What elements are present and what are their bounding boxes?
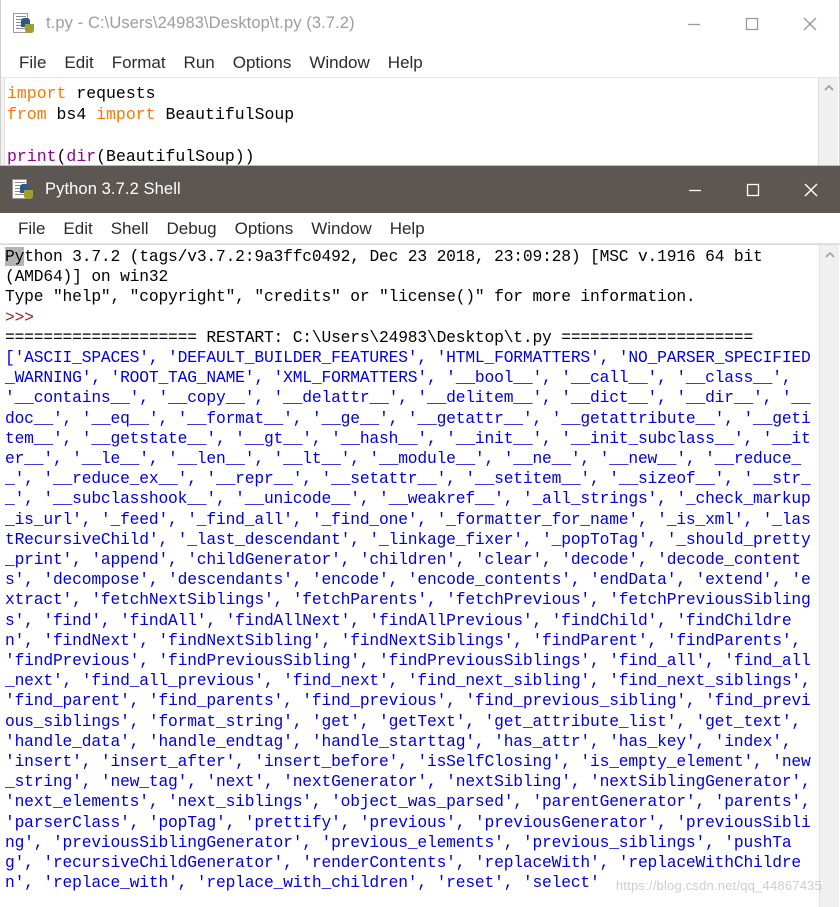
menu-item-debug[interactable]: Debug	[158, 220, 226, 237]
shell-window-title: Python 3.7.2 Shell	[45, 180, 181, 198]
shell-window-controls	[666, 166, 840, 213]
python-file-icon	[13, 12, 37, 36]
minimize-icon	[689, 189, 701, 191]
restart-separator: ==================== RESTART: C:\Users\2…	[5, 327, 754, 347]
banner-line-1-rest: thon 3.7.2 (tags/v3.7.2:9a3ffc0492, Dec …	[24, 247, 763, 266]
menu-item-shell[interactable]: Shell	[102, 220, 158, 237]
menu-item-window[interactable]: Window	[302, 220, 380, 237]
banner-line-2: (AMD64)] on win32	[5, 267, 169, 287]
minimize-button[interactable]	[666, 166, 724, 213]
maximize-button[interactable]	[724, 166, 782, 213]
banner-line-3: Type "help", "copyright", "credits" or "…	[5, 287, 696, 307]
code-keyword-import: import	[7, 84, 67, 103]
shell-prompt: >>>	[5, 307, 44, 327]
shell-transcript: Python 3.7.2 (tags/v3.7.2:9a3ffc0492, De…	[5, 247, 818, 894]
editor-source-text: import requests from bs4 import Beautifu…	[7, 83, 294, 167]
menu-item-options[interactable]: Options	[224, 54, 301, 71]
editor-window-controls	[665, 0, 839, 47]
code-text-bs4: bs4	[46, 105, 97, 124]
shell-dir-output: ['ASCII_SPACES', 'DEFAULT_BUILDER_FEATUR…	[5, 348, 821, 893]
maximize-icon	[745, 17, 759, 30]
banner-line-1: Python 3.7.2 (tags/v3.7.2:9a3ffc0492, De…	[5, 247, 818, 267]
editor-menubar: File Edit Format Run Options Window Help	[1, 47, 839, 78]
menu-item-file[interactable]: File	[10, 54, 55, 71]
shell-menubar: File Edit Shell Debug Options Window Hel…	[0, 213, 840, 244]
shell-window: Python 3.7.2 Shell File Edit Shell Debug…	[0, 166, 840, 907]
shell-titlebar[interactable]: Python 3.7.2 Shell	[0, 166, 840, 213]
editor-titlebar[interactable]: t.py - C:\Users\24983\Desktop\t.py (3.7.…	[1, 0, 839, 47]
menu-item-window[interactable]: Window	[300, 54, 378, 71]
menu-item-file[interactable]: File	[9, 220, 54, 237]
code-text-beautifulsoup: BeautifulSoup	[155, 105, 295, 124]
close-icon	[804, 183, 818, 196]
maximize-icon	[746, 183, 760, 196]
minimize-button[interactable]	[665, 0, 723, 47]
code-keyword-from: from	[7, 105, 47, 124]
code-call-args: (BeautifulSoup))	[96, 147, 255, 166]
code-keyword-import-2: import	[96, 105, 156, 124]
menu-item-edit[interactable]: Edit	[54, 220, 101, 237]
close-icon	[803, 17, 817, 30]
menu-item-help[interactable]: Help	[381, 220, 434, 237]
minimize-icon	[688, 23, 700, 25]
scroll-up-arrow-icon[interactable]	[819, 78, 839, 98]
maximize-button[interactable]	[723, 0, 781, 47]
menu-item-options[interactable]: Options	[226, 220, 303, 237]
close-button[interactable]	[781, 0, 839, 47]
code-text-requests: requests	[66, 84, 156, 103]
code-builtin-dir: dir	[66, 147, 97, 166]
shell-vertical-scrollbar[interactable]	[819, 245, 839, 907]
menu-item-format[interactable]: Format	[103, 54, 175, 71]
python-file-icon	[12, 178, 36, 202]
scroll-up-arrow-icon[interactable]	[820, 245, 840, 265]
menu-item-edit[interactable]: Edit	[55, 54, 102, 71]
menu-item-run[interactable]: Run	[175, 54, 224, 71]
selected-text: Py	[5, 247, 25, 266]
idle-desktop: t.py - C:\Users\24983\Desktop\t.py (3.7.…	[0, 0, 840, 907]
shell-output-area[interactable]: Python 3.7.2 (tags/v3.7.2:9a3ffc0492, De…	[0, 244, 840, 907]
editor-window-title: t.py - C:\Users\24983\Desktop\t.py (3.7.…	[46, 14, 355, 32]
code-paren-open: (	[56, 147, 67, 166]
code-builtin-print: print	[7, 147, 57, 166]
close-button[interactable]	[782, 166, 840, 213]
menu-item-help[interactable]: Help	[379, 54, 432, 71]
